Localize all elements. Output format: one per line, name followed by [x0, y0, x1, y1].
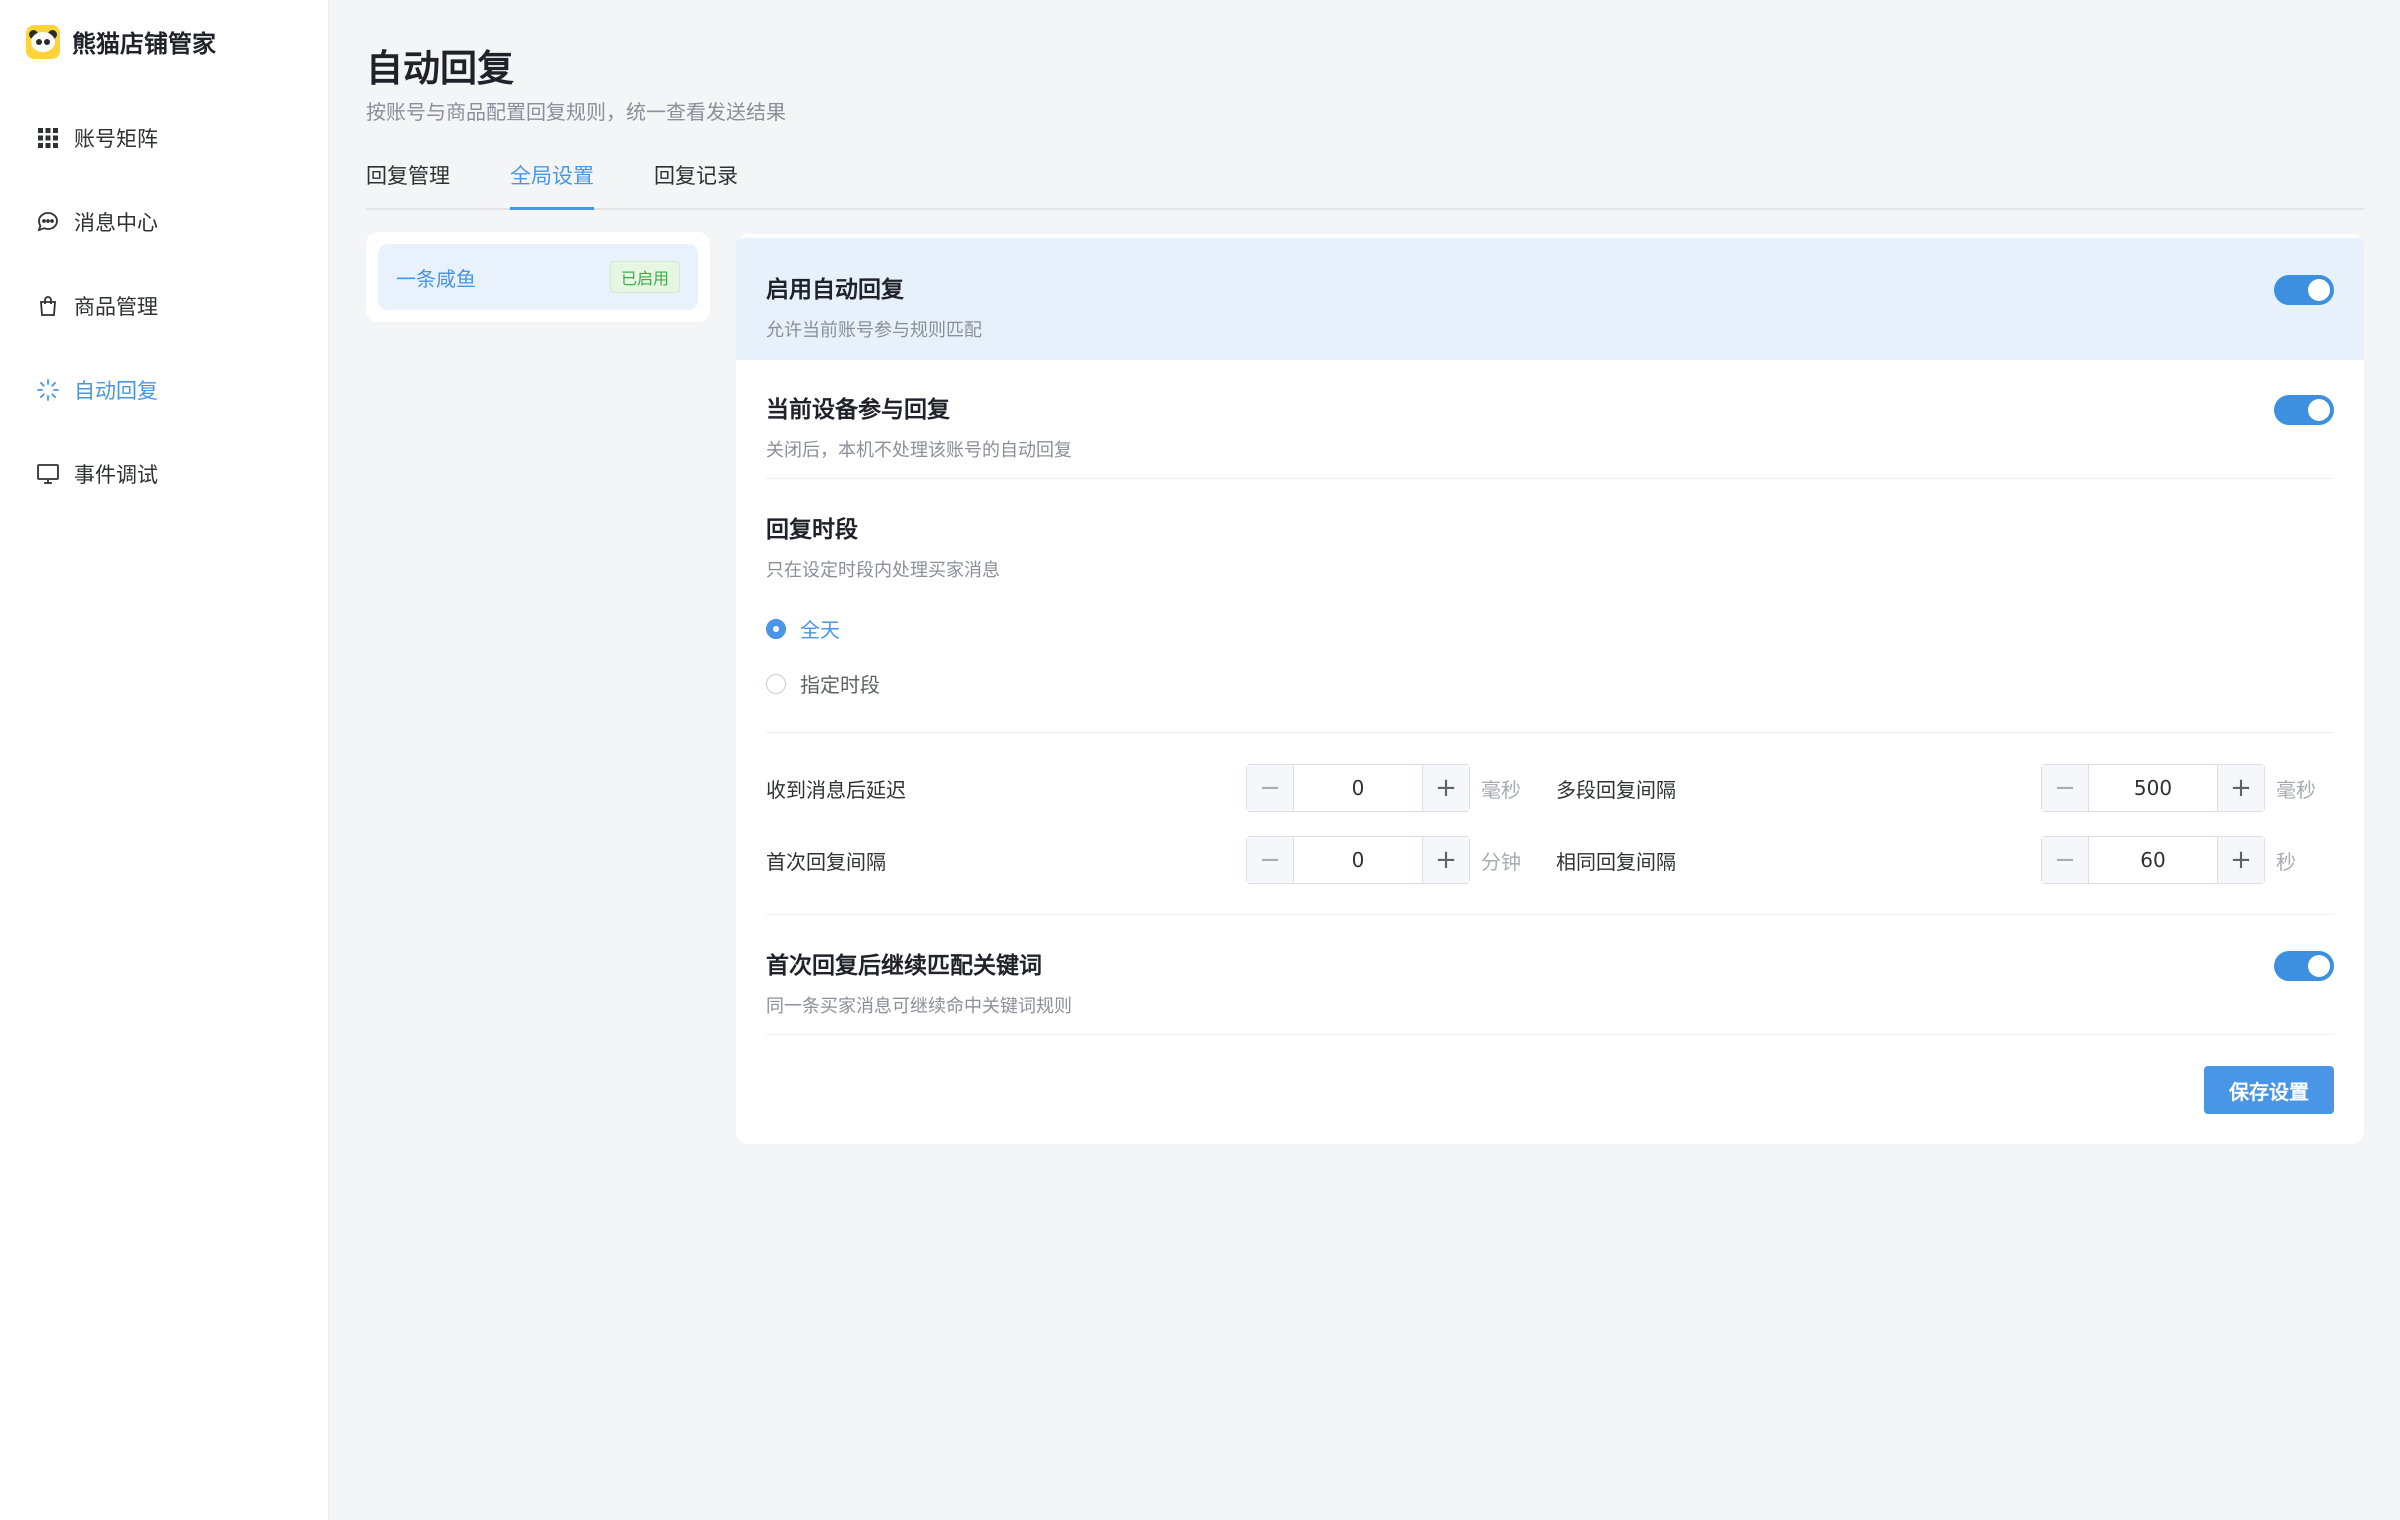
sidebar-item-product-management[interactable]: 商品管理: [0, 264, 329, 348]
setting-title: 当前设备参与回复: [766, 397, 950, 423]
sidebar-item-label: 账号矩阵: [74, 127, 158, 151]
panda-icon: [26, 24, 60, 59]
delay-after-message-label: 收到消息后延迟: [766, 778, 906, 802]
tab-reply-management[interactable]: 回复管理: [366, 152, 450, 208]
reply-period-setting: 回复时段 只在设定时段内处理买家消息: [766, 510, 2334, 582]
page-subtitle: 按账号与商品配置回复规则，统一查看发送结果: [366, 100, 786, 124]
setting-description: 只在设定时段内处理买家消息: [766, 560, 1000, 581]
account-item[interactable]: 一条咸鱼 已启用: [378, 244, 698, 310]
multi-segment-interval-stepper: − 500 +: [2041, 764, 2265, 812]
unit-label: 毫秒: [2276, 778, 2316, 802]
multi-segment-interval-label: 多段回复间隔: [1556, 778, 1676, 802]
enable-auto-reply-toggle[interactable]: [2274, 275, 2334, 305]
continue-keyword-match-toggle[interactable]: [2274, 951, 2334, 981]
divider: [766, 1034, 2334, 1035]
stepper-plus-button[interactable]: +: [2217, 837, 2264, 883]
divider: [766, 914, 2334, 915]
account-list: 一条咸鱼 已启用: [366, 232, 710, 322]
radio-custom-period[interactable]: 指定时段: [766, 669, 880, 698]
stepper-minus-button[interactable]: −: [2042, 837, 2089, 883]
brand-name: 熊猫店铺管家: [72, 30, 216, 58]
unit-label: 秒: [2276, 850, 2296, 874]
stepper-minus-button[interactable]: −: [1247, 837, 1294, 883]
sidebar-item-label: 事件调试: [74, 463, 158, 487]
same-reply-interval-stepper: − 60 +: [2041, 836, 2265, 884]
divider: [766, 478, 2334, 479]
setting-title: 首次回复后继续匹配关键词: [766, 953, 1042, 979]
device-participate-setting: 当前设备参与回复 关闭后，本机不处理该账号的自动回复: [766, 390, 2334, 462]
setting-title: 启用自动回复: [766, 277, 904, 303]
grid-icon: [36, 126, 60, 150]
stepper-plus-button[interactable]: +: [2217, 765, 2264, 811]
first-reply-interval-stepper: − 0 +: [1246, 836, 1470, 884]
brand[interactable]: 熊猫店铺管家: [26, 24, 216, 59]
radio-unchecked-icon: [766, 673, 786, 694]
first-reply-interval-label: 首次回复间隔: [766, 850, 886, 874]
sidebar-item-event-debug[interactable]: 事件调试: [0, 432, 329, 516]
setting-description: 允许当前账号参与规则匹配: [766, 320, 982, 341]
continue-keyword-match-setting: 首次回复后继续匹配关键词 同一条买家消息可继续命中关键词规则: [766, 946, 2334, 1018]
loader-icon: [36, 378, 60, 402]
stepper-minus-button[interactable]: −: [1247, 765, 1294, 811]
monitor-icon: [36, 462, 60, 486]
stepper-plus-button[interactable]: +: [1422, 837, 1469, 883]
sidebar-item-account-matrix[interactable]: 账号矩阵: [0, 96, 329, 180]
tab-global-settings[interactable]: 全局设置: [510, 152, 594, 210]
sidebar-item-message-center[interactable]: 消息中心: [0, 180, 329, 264]
sidebar-item-label: 消息中心: [74, 211, 158, 235]
stepper-minus-button[interactable]: −: [2042, 765, 2089, 811]
tab-bar: 回复管理 全局设置 回复记录: [366, 152, 2364, 210]
stepper-value-input[interactable]: 0: [1294, 837, 1422, 883]
sidebar-nav: 账号矩阵 消息中心 商品管理 自动回复 事件调试: [0, 96, 329, 516]
setting-title: 回复时段: [766, 517, 858, 543]
enable-auto-reply-setting: 启用自动回复 允许当前账号参与规则匹配: [766, 270, 2334, 342]
stepper-value-input[interactable]: 500: [2089, 765, 2217, 811]
radio-label: 全天: [800, 618, 840, 642]
sidebar-item-label: 商品管理: [74, 295, 158, 319]
setting-description: 同一条买家消息可继续命中关键词规则: [766, 996, 1072, 1017]
settings-card: 启用自动回复 允许当前账号参与规则匹配 当前设备参与回复 关闭后，本机不处理该账…: [736, 234, 2364, 1144]
chat-bubble-icon: [36, 210, 60, 234]
setting-description: 关闭后，本机不处理该账号的自动回复: [766, 440, 1072, 461]
save-settings-button[interactable]: 保存设置: [2204, 1066, 2334, 1114]
same-reply-interval-label: 相同回复间隔: [1556, 850, 1676, 874]
shopping-bag-icon: [36, 294, 60, 318]
divider: [766, 732, 2334, 733]
tab-reply-records[interactable]: 回复记录: [654, 152, 738, 208]
page-title: 自动回复: [366, 47, 514, 90]
delay-after-message-stepper: − 0 +: [1246, 764, 1470, 812]
stepper-plus-button[interactable]: +: [1422, 765, 1469, 811]
unit-label: 毫秒: [1481, 778, 1521, 802]
device-participate-toggle[interactable]: [2274, 395, 2334, 425]
radio-checked-icon: [766, 618, 786, 639]
unit-label: 分钟: [1481, 850, 1521, 874]
radio-label: 指定时段: [800, 673, 880, 697]
stepper-value-input[interactable]: 60: [2089, 837, 2217, 883]
main-content: 自动回复 按账号与商品配置回复规则，统一查看发送结果 回复管理 全局设置 回复记…: [366, 0, 2366, 1520]
sidebar: 熊猫店铺管家 账号矩阵 消息中心 商品管理 自动回复 事件调试: [0, 0, 329, 1520]
sidebar-item-auto-reply[interactable]: 自动回复: [0, 348, 329, 432]
account-name: 一条咸鱼: [396, 266, 476, 291]
status-badge: 已启用: [609, 261, 680, 293]
radio-all-day[interactable]: 全天: [766, 614, 840, 643]
sidebar-item-label: 自动回复: [74, 379, 158, 403]
stepper-value-input[interactable]: 0: [1294, 765, 1422, 811]
